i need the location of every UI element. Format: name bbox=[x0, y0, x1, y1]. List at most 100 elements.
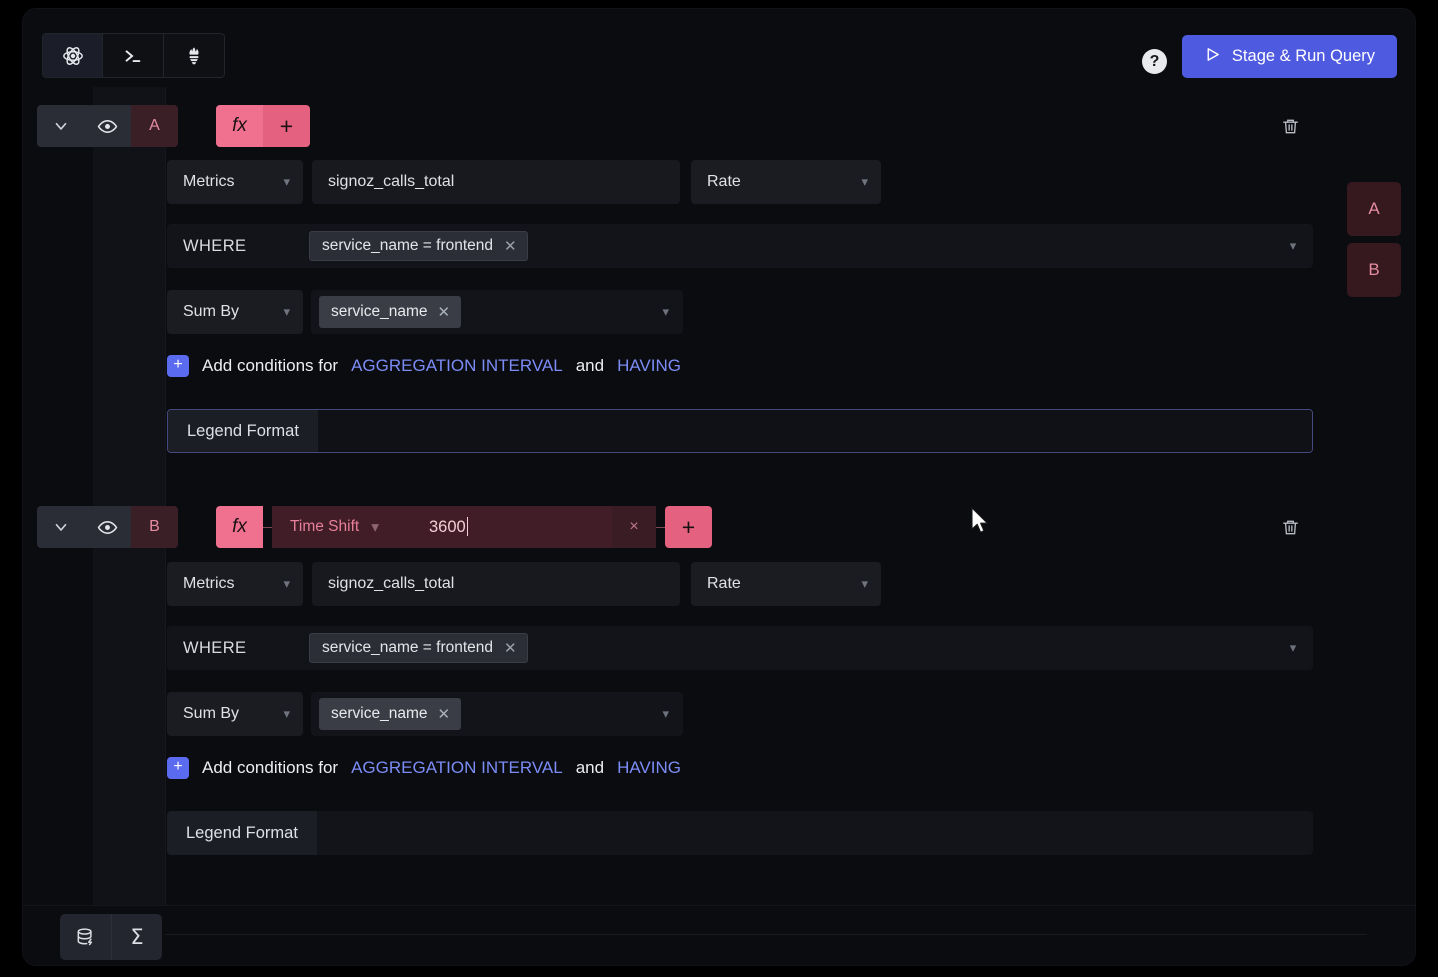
query-b-aggregate-type-select[interactable]: Metrics ▾ bbox=[167, 562, 303, 606]
query-b-legend-input[interactable] bbox=[316, 811, 1313, 855]
query-a-groupby-input[interactable]: service_name ✕ ▾ bbox=[311, 290, 683, 334]
query-list: A fx + Metrics ▾ signoz_calls_total Rate… bbox=[23, 87, 1415, 907]
add-query-button[interactable] bbox=[60, 914, 111, 960]
chevron-down-icon[interactable]: ▾ bbox=[371, 518, 379, 537]
having-link[interactable]: HAVING bbox=[617, 758, 681, 778]
query-a-where-row[interactable]: WHERE service_name = frontend ✕ ▾ bbox=[167, 224, 1313, 268]
query-a-metric-input[interactable] bbox=[312, 160, 680, 204]
query-b-delete-button[interactable] bbox=[1273, 506, 1307, 548]
query-a-letter[interactable]: A bbox=[131, 105, 178, 147]
add-conditions-plus-button[interactable]: + bbox=[167, 757, 189, 779]
query-b-aggregate-operator-label: Rate bbox=[707, 575, 741, 592]
query-a-groupby-tag-label: service_name bbox=[331, 303, 428, 320]
aggregation-interval-link[interactable]: AGGREGATION INTERVAL bbox=[351, 758, 563, 778]
chevron-down-icon[interactable]: ▾ bbox=[662, 706, 683, 722]
query-a-collapse-toggle[interactable] bbox=[37, 105, 84, 147]
prometheus-icon bbox=[184, 45, 204, 67]
query-a-aggregate-type-label: Metrics bbox=[183, 173, 235, 190]
eye-icon bbox=[97, 119, 118, 133]
query-b-groupby-input[interactable]: service_name ✕ ▾ bbox=[311, 692, 683, 736]
chevron-down-icon: ▾ bbox=[283, 174, 290, 189]
function-connector bbox=[263, 526, 272, 528]
query-a-function-group: fx + bbox=[216, 105, 310, 147]
remove-tag-icon[interactable]: ✕ bbox=[438, 705, 451, 723]
query-b-groupby-select[interactable]: Sum By ▾ bbox=[167, 692, 303, 736]
chevron-down-icon[interactable]: ▾ bbox=[1273, 238, 1313, 254]
add-conditions-prefix: Add conditions for bbox=[202, 758, 339, 777]
query-nav-chips: A B bbox=[1347, 182, 1401, 304]
query-a-legend-row: Legend Format bbox=[167, 409, 1313, 453]
remove-tag-icon[interactable]: ✕ bbox=[504, 639, 517, 657]
add-formula-button[interactable]: Σ bbox=[111, 914, 162, 960]
query-b-fx-button[interactable]: fx bbox=[216, 506, 263, 548]
stage-run-query-button[interactable]: Stage & Run Query bbox=[1181, 35, 1397, 78]
query-b-function-value: 3600 bbox=[428, 518, 466, 536]
remove-tag-icon[interactable]: ✕ bbox=[504, 237, 517, 255]
chevron-down-icon[interactable]: ▾ bbox=[1273, 640, 1313, 656]
query-b-function-remove-button[interactable]: × bbox=[612, 506, 656, 548]
query-b-collapse-toggle[interactable] bbox=[37, 506, 84, 548]
remove-tag-icon[interactable]: ✕ bbox=[438, 303, 451, 321]
query-b-add-function-button[interactable]: + bbox=[665, 506, 712, 548]
chevron-down-icon[interactable]: ▾ bbox=[662, 304, 683, 320]
query-b-letter[interactable]: B bbox=[131, 506, 178, 548]
query-nav-chip-b[interactable]: B bbox=[1347, 243, 1401, 297]
chevron-down-icon: ▾ bbox=[283, 706, 290, 721]
query-a-metric-row: Metrics ▾ Rate ▾ bbox=[167, 160, 881, 204]
query-a-add-conditions: + Add conditions for AGGREGATION INTERVA… bbox=[167, 355, 681, 377]
query-b-metric-input[interactable] bbox=[312, 562, 680, 606]
query-builder-panel: ? Stage & Run Query A fx + Metrics ▾ sig… bbox=[22, 8, 1416, 966]
query-a-aggregate-operator-label: Rate bbox=[707, 173, 741, 190]
query-b-where-tag-label: service_name = frontend bbox=[322, 639, 494, 656]
database-icon bbox=[77, 927, 93, 946]
sigma-icon: Σ bbox=[130, 925, 144, 949]
query-a-where-tag: service_name = frontend ✕ bbox=[309, 231, 528, 261]
query-b-groupby-tag: service_name ✕ bbox=[319, 698, 462, 730]
query-b-function-name[interactable]: Time Shift bbox=[290, 518, 359, 536]
chevron-down-icon bbox=[55, 523, 66, 531]
add-conditions-and: and bbox=[575, 356, 605, 375]
query-b-metric-row: Metrics ▾ Rate ▾ bbox=[167, 562, 881, 606]
chevron-down-icon: ▾ bbox=[861, 576, 868, 591]
chevron-down-icon: ▾ bbox=[283, 576, 290, 591]
query-b-function-value-field[interactable]: 3600 bbox=[429, 517, 468, 537]
function-connector bbox=[656, 526, 665, 528]
toolbar: ? Stage & Run Query bbox=[23, 9, 1415, 87]
eye-icon bbox=[97, 520, 118, 534]
chevron-down-icon: ▾ bbox=[283, 304, 290, 319]
query-b-function-timeshift: Time Shift ▾ 3600 bbox=[272, 506, 612, 548]
query-a-groupby-row: Sum By ▾ service_name ✕ ▾ bbox=[167, 290, 683, 334]
query-a-groupby-tag: service_name ✕ bbox=[319, 296, 462, 328]
query-a-add-function-button[interactable]: + bbox=[263, 105, 310, 147]
tab-clickhouse-query[interactable] bbox=[103, 33, 164, 78]
query-nav-chip-a[interactable]: A bbox=[1347, 182, 1401, 236]
query-b-aggregate-operator-select[interactable]: Rate ▾ bbox=[691, 562, 881, 606]
query-b-groupby-tag-label: service_name bbox=[331, 705, 428, 722]
bottom-bar: Σ bbox=[23, 905, 1415, 965]
query-a-fx-button[interactable]: fx bbox=[216, 105, 263, 147]
query-a-legend-label: Legend Format bbox=[168, 410, 318, 452]
aggregation-interval-link[interactable]: AGGREGATION INTERVAL bbox=[351, 356, 563, 376]
bottom-divider bbox=[165, 934, 1367, 935]
query-b-where-row[interactable]: WHERE service_name = frontend ✕ ▾ bbox=[167, 626, 1313, 670]
query-a-aggregate-operator-select[interactable]: Rate ▾ bbox=[691, 160, 881, 204]
query-a-delete-button[interactable] bbox=[1273, 105, 1307, 147]
query-b-visibility-toggle[interactable] bbox=[84, 506, 131, 548]
chevron-down-icon: ▾ bbox=[861, 174, 868, 189]
trash-icon bbox=[1282, 119, 1298, 133]
having-link[interactable]: HAVING bbox=[617, 356, 681, 376]
query-a-visibility-toggle[interactable] bbox=[84, 105, 131, 147]
query-a-aggregate-type-select[interactable]: Metrics ▾ bbox=[167, 160, 303, 204]
tab-query-builder[interactable] bbox=[42, 33, 103, 78]
query-a-where-label: WHERE bbox=[183, 236, 247, 255]
query-rail-divider bbox=[165, 87, 166, 907]
query-b-legend-label: Legend Format bbox=[167, 811, 317, 855]
tab-promql[interactable] bbox=[164, 33, 225, 78]
add-conditions-plus-button[interactable]: + bbox=[167, 355, 189, 377]
query-a-legend-input[interactable] bbox=[317, 410, 1312, 452]
query-a-groupby-select[interactable]: Sum By ▾ bbox=[167, 290, 303, 334]
help-icon[interactable]: ? bbox=[1142, 49, 1167, 74]
query-b-header: B bbox=[37, 506, 178, 548]
query-b-groupby-label: Sum By bbox=[183, 705, 240, 722]
add-conditions-and: and bbox=[575, 758, 605, 777]
